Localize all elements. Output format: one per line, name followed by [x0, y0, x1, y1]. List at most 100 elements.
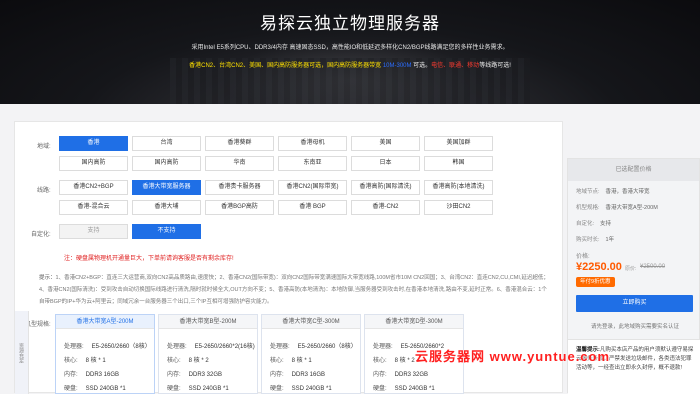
model-card-title: 香港大带宽C型-300M: [262, 315, 360, 329]
model-spec-cores: 核心: 8 核 * 1: [64, 355, 106, 364]
line-option[interactable]: 香港-混合云: [59, 200, 128, 215]
model-card-title: 香港大带宽D型-300M: [365, 315, 463, 329]
hero-line-part: 可选。: [411, 63, 432, 69]
summary-spec-key: 地域节点:: [576, 189, 600, 195]
model-card[interactable]: 香港大带宽C型-300M 处理器: E5-2650/2660（8核） 核心: 8 核 *…: [261, 314, 361, 394]
price-label: 价格:: [576, 254, 590, 260]
model-spec-key: 核心:: [373, 358, 387, 364]
model-spec-cores: 核心: 8 核 * 2: [167, 355, 209, 364]
custom-label: 自定化:: [31, 232, 51, 238]
model-spec-ram: 内存: DDR3 16GB: [64, 369, 119, 378]
model-spec-value: E5-2650/2660（8核）: [91, 344, 151, 350]
region-option[interactable]: 美国加群: [424, 136, 493, 151]
model-spec-ram: 内存: DDR3 16GB: [270, 369, 325, 378]
model-spec-value: SSD 240GB *1: [188, 386, 229, 392]
model-spec-key: 处理器:: [167, 344, 187, 350]
watermark: 云服务器网 www.yuntue.com: [415, 349, 611, 364]
model-spec-key: 处理器:: [373, 344, 393, 350]
model-spec-key: 核心:: [64, 358, 78, 364]
line-option[interactable]: 香港-CN2: [351, 200, 420, 215]
model-spec-value: 8 核 * 1: [291, 358, 312, 364]
line-option[interactable]: 香港贵卡服务器: [205, 180, 274, 195]
hero-banner: 易探云独立物理服务器 采用Intel E5系列CPU、DDR3/4内存 高速固态…: [0, 0, 700, 104]
model-spec-key: 内存:: [373, 372, 387, 378]
model-spec-key: 核心:: [167, 358, 181, 364]
region-option[interactable]: 日本: [351, 156, 420, 171]
model-spec-value: SSD 240GB *1: [85, 386, 126, 392]
region-option[interactable]: 台湾: [132, 136, 201, 151]
line-option[interactable]: 香港大带宽服务器: [132, 180, 201, 195]
region-option[interactable]: 韩国: [424, 156, 493, 171]
login-note: 请先登录，此地域购买需要实名认证: [590, 324, 679, 330]
model-spec-key: 内存:: [64, 372, 78, 378]
region-label: 地域:: [37, 144, 51, 150]
model-card-title: 香港大带宽B型-200M: [159, 315, 257, 329]
old-price-value: ¥2500.00: [640, 264, 666, 270]
hero-line-part: 10M-300M: [382, 63, 412, 69]
model-spec-value: DDR3 16GB: [85, 372, 120, 378]
tip-body: 1、香港CN2+BGP：直连三大运营商,双向CN2高品质路由,速度快；2、香港C…: [39, 275, 549, 305]
model-spec-cores: 核心: 8 核 * 1: [270, 355, 312, 364]
model-spec-key: 内存:: [270, 372, 284, 378]
summary-spec: 购买时长: 1年: [576, 235, 614, 243]
summary-spec-value: 1年: [605, 237, 615, 243]
model-card[interactable]: 香港大带宽A型-200M 处理器: E5-2650/2660（8核） 核心: 8 核 *…: [55, 314, 155, 394]
region-option[interactable]: 东南亚: [278, 156, 347, 171]
hero-subtitle: 采用Intel E5系列CPU、DDR3/4内存 高速固态SSD，高性能IO和低…: [191, 45, 509, 51]
model-spec-value: DDR3 16GB: [291, 372, 326, 378]
buy-now-button[interactable]: 立即购买: [576, 295, 693, 312]
line-option[interactable]: 香港CN2(国际带宽): [278, 180, 347, 195]
model-spec-key: 内存:: [167, 372, 181, 378]
stock-notice: 注：硬盘属物理机开通量巨大，下单前请询客服是否有剩余库存!: [64, 256, 234, 262]
hero-title: 易探云独立物理服务器: [260, 14, 440, 33]
line-option[interactable]: 香港BGP高防: [205, 200, 274, 215]
model-spec-cores: 核心: 8 核 * 2: [373, 355, 415, 364]
region-option[interactable]: 香港: [59, 136, 128, 151]
summary-spec: 机型规格: 香港大带宽A型-200M: [576, 203, 658, 211]
summary-spec-key: 自定化:: [576, 221, 595, 227]
stock-side-tab-label: 资源充足: [18, 343, 24, 363]
model-spec-value: 8 核 * 1: [85, 358, 106, 364]
model-card[interactable]: 香港大带宽B型-200M 处理器: E5-2650/2660*2(16核) 核心: 8 …: [158, 314, 258, 394]
region-option[interactable]: 华南: [205, 156, 274, 171]
model-card-title: 香港大带宽A型-200M: [56, 315, 154, 329]
model-spec-key: 硬盘:: [167, 386, 181, 392]
summary-header: 已选配置价格: [568, 159, 699, 181]
region-option[interactable]: 国内高防: [59, 156, 128, 171]
line-option[interactable]: 香港高防(本地清洗): [424, 180, 493, 195]
hero-lines: 香港CN2、台湾CN2、美国、国内高防服务器可选，国内高防服务器带宽 10M-3…: [0, 60, 700, 69]
stock-side-tab: 资源充足: [15, 311, 29, 394]
model-spec-ram: 内存: DDR3 32GB: [373, 369, 428, 378]
line-option[interactable]: 沙田CN2: [424, 200, 493, 215]
summary-spec: 地域节点: 香港，香港大带宽: [576, 187, 650, 195]
region-option[interactable]: 美国: [351, 136, 420, 151]
model-spec-value: SSD 240GB *1: [291, 386, 332, 392]
line-option[interactable]: 香港高防(国际清洗): [351, 180, 420, 195]
custom-option[interactable]: 不支持: [132, 224, 201, 239]
model-spec-value: 8 核 * 2: [188, 358, 209, 364]
model-spec-ram: 内存: DDR3 32GB: [167, 369, 222, 378]
model-spec-key: 硬盘:: [64, 386, 78, 392]
summary-spec-value: 香港，香港大带宽: [605, 189, 650, 195]
tip-label: 提示：: [39, 275, 56, 281]
region-option[interactable]: 香港母机: [278, 136, 347, 151]
model-spec-disk: 硬盘: SSD 240GB *1: [270, 383, 332, 392]
summary-spec-value: 支持: [600, 221, 612, 227]
model-spec-value: 8 核 * 2: [394, 358, 415, 364]
line-label: 线路:: [37, 188, 51, 194]
model-spec-disk: 硬盘: SSD 240GB *1: [167, 383, 229, 392]
hero-line-part: 香港CN2、台湾CN2、美国、国内高防服务器可选，国内高防服务器带宽: [189, 63, 383, 69]
region-option[interactable]: 香港葵群: [205, 136, 274, 151]
model-spec-cpu: 处理器: E5-2650/2660（8核）: [270, 341, 357, 350]
custom-option[interactable]: 支持: [59, 224, 128, 239]
price-value: ¥2250.00: [576, 261, 622, 273]
line-option[interactable]: 香港 BGP: [278, 200, 347, 215]
model-spec-key: 硬盘:: [270, 386, 284, 392]
region-option[interactable]: 国内高防: [132, 156, 201, 171]
line-option[interactable]: 香港CN2+BGP: [59, 180, 128, 195]
model-spec-disk: 硬盘: SSD 240GB *1: [64, 383, 126, 392]
model-spec-key: 处理器:: [64, 344, 84, 350]
line-option[interactable]: 香港大埔: [132, 200, 201, 215]
promo-badge: 年付9折优惠: [576, 277, 615, 287]
summary-spec-key: 机型规格:: [576, 205, 600, 211]
